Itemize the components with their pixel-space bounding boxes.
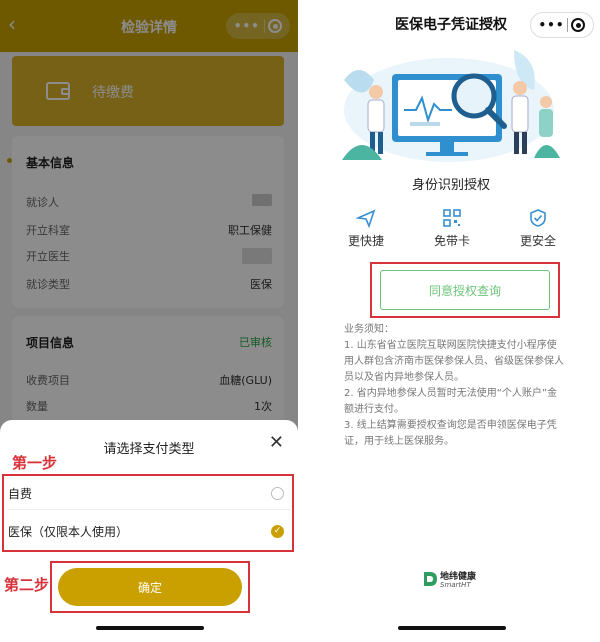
annotation-step2: 第二步 xyxy=(4,576,50,594)
notice-item: 3. 线上结算需要授权查询您是否申领医保电子凭证，用于线上医保服务。 xyxy=(344,420,557,447)
capsule-divider xyxy=(567,18,569,32)
annotation-box-step1 xyxy=(2,474,294,552)
close-icon[interactable]: ✕ xyxy=(269,432,284,453)
notice-item: 2. 省内异地参保人员暂时无法使用“个人账户”金额进行支付。 xyxy=(344,388,558,415)
more-icon[interactable]: ••• xyxy=(538,18,564,32)
annotation-box-auth xyxy=(370,262,560,318)
left-screen: ‹ 检验详情 ••• 待缴费 基本信息 就诊人 开立科室 职工保健 开立医生 就… xyxy=(0,0,298,642)
feature-label: 更安全 xyxy=(519,234,556,248)
annotation-step1: 第一步 xyxy=(12,454,58,472)
feature-secure: 更安全 xyxy=(508,208,568,249)
mini-program-capsule: ••• xyxy=(530,12,594,38)
notice-heading: 业务须知： xyxy=(344,324,394,335)
logo-mark-icon xyxy=(424,572,437,586)
feature-no-card: 免带卡 xyxy=(422,208,482,249)
logo-subtext: SmartHT xyxy=(440,581,471,589)
feature-label: 更快捷 xyxy=(347,234,384,248)
shield-check-icon xyxy=(530,209,546,227)
home-indicator xyxy=(398,626,506,630)
notice-section: 业务须知： 1. 山东省省立医院互联网医院快捷支付小程序使用人群包含济南市医保参… xyxy=(344,322,564,450)
right-screen: 医保电子凭证授权 ••• 身份识别授权 更快捷 免带卡 更安全 同意授权查询 业… xyxy=(302,0,600,642)
annotation-box-step2 xyxy=(50,561,250,613)
home-indicator xyxy=(96,626,204,630)
notice-item: 1. 山东省省立医院互联网医院快捷支付小程序使用人群包含济南市医保参保人员、省级… xyxy=(344,340,564,383)
close-miniprogram-icon[interactable] xyxy=(571,18,586,32)
send-icon xyxy=(356,209,376,228)
medical-illustration xyxy=(342,50,560,162)
qr-code-icon xyxy=(443,209,461,227)
smartht-logo: 地纬健康 SmartHT xyxy=(422,568,482,592)
feature-fast: 更快捷 xyxy=(336,208,396,249)
auth-subtitle: 身份识别授权 xyxy=(411,178,490,193)
feature-label: 免带卡 xyxy=(433,234,470,248)
